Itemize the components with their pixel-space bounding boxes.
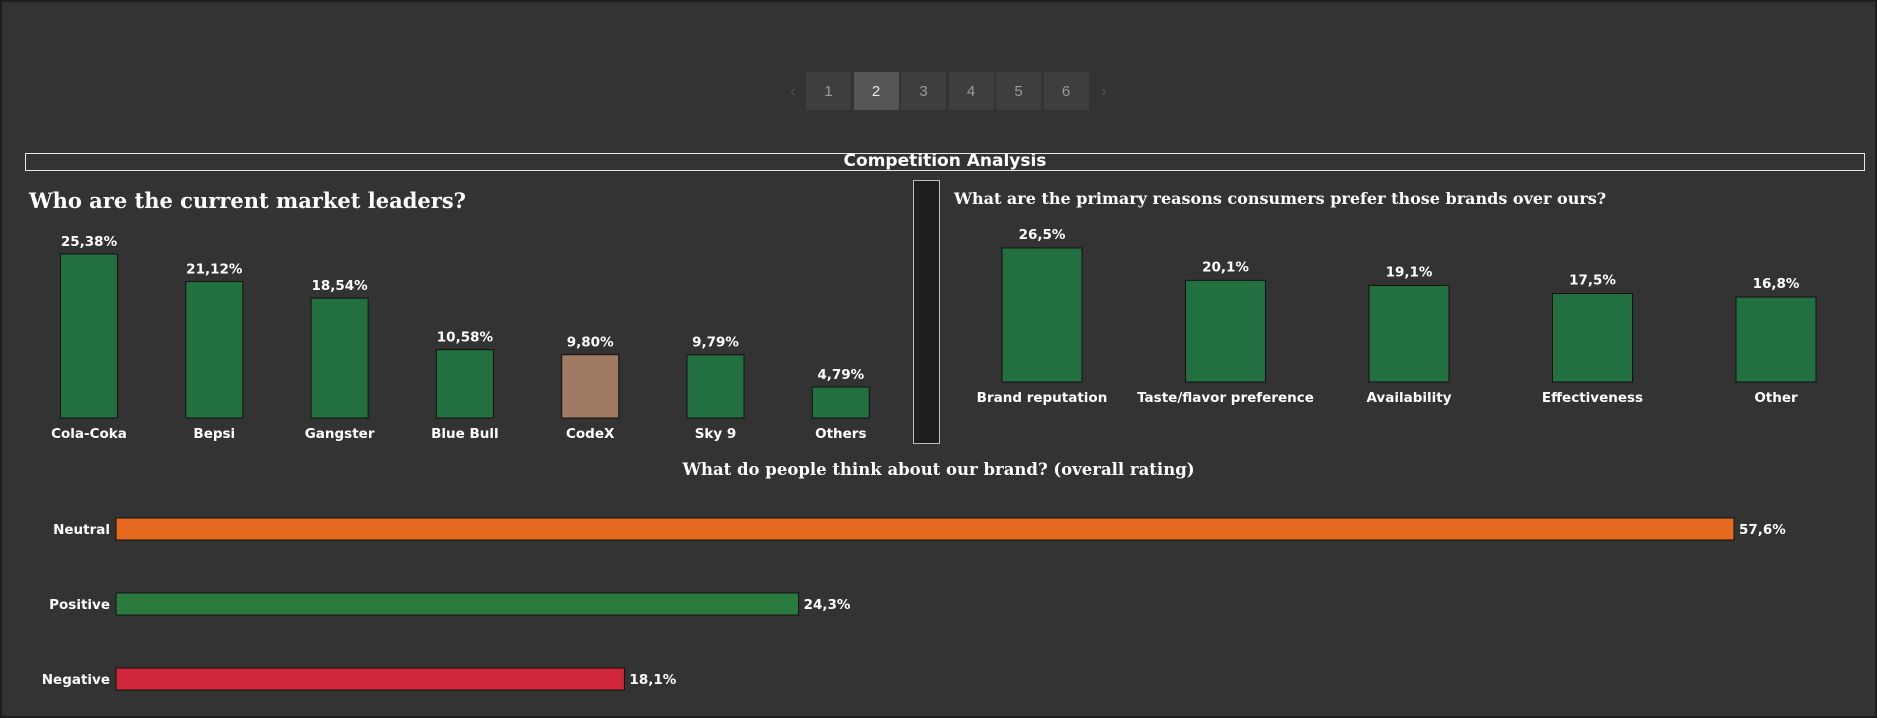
bar-label-effectiveness: Effectiveness <box>1542 390 1643 406</box>
bar-blue-bull <box>435 349 494 419</box>
bar-neutral <box>115 517 1735 541</box>
bar-taste-flavor-preference <box>1185 279 1266 383</box>
section-divider <box>913 180 940 444</box>
bar-value-neutral: 57,6% <box>1739 522 1786 538</box>
bar-value-gangster: 18,54% <box>311 278 368 294</box>
bar-label-sky-9: Sky 9 <box>695 426 737 442</box>
bar-bepsi <box>185 281 244 419</box>
bar-label-blue-bull: Blue Bull <box>431 426 499 442</box>
bar-value-bepsi: 21,12% <box>186 262 243 278</box>
bar-negative <box>115 667 625 691</box>
bar-label-positive: Positive <box>49 597 110 613</box>
bar-positive <box>115 592 800 616</box>
dashboard-frame: ‹ 1 2 3 4 5 6 › Competition Analysis Who… <box>2 2 1875 716</box>
bar-label-others: Others <box>815 426 866 442</box>
rating-chart: Neutral 57,6% Positive 24,3% Negative 18,1% <box>42 517 1786 691</box>
bar-label-other: Other <box>1754 390 1798 406</box>
bar-effectiveness <box>1552 293 1633 383</box>
rating-title: What do people think about our brand? (o… <box>682 460 1195 479</box>
bar-value-negative: 18,1% <box>629 672 676 688</box>
bar-value-availability: 19,1% <box>1386 264 1433 280</box>
bar-value-blue-bull: 10,58% <box>437 330 494 346</box>
bar-label-taste-flavor-preference: Taste/flavor preference <box>1137 390 1314 406</box>
bar-codex <box>561 354 620 419</box>
bar-label-brand-reputation: Brand reputation <box>977 390 1108 406</box>
bar-availability <box>1368 284 1450 383</box>
bar-cola-coka <box>60 253 118 419</box>
bar-label-availability: Availability <box>1366 390 1451 406</box>
bar-label-gangster: Gangster <box>305 426 375 442</box>
bar-value-others: 4,79% <box>817 367 864 383</box>
market-leaders-chart: 25,38% Cola-Coka 21,12% Bepsi 18,54% Gangster… <box>51 234 870 442</box>
bar-label-cola-coka: Cola-Coka <box>51 426 127 442</box>
bar-value-sky-9: 9,79% <box>692 335 739 351</box>
bar-other <box>1735 296 1817 383</box>
bar-sky-9 <box>686 354 745 419</box>
bar-others <box>811 386 870 419</box>
bar-label-negative: Negative <box>42 672 110 688</box>
bar-label-codex: CodeX <box>566 426 615 442</box>
bar-brand-reputation <box>1001 247 1083 383</box>
bar-value-positive: 24,3% <box>804 597 851 613</box>
reasons-chart: 26,5% Brand reputation 20,1% Taste/flavor p… <box>977 227 1817 406</box>
bar-value-other: 16,8% <box>1753 276 1800 292</box>
bar-gangster <box>310 297 369 419</box>
bar-value-codex: 9,80% <box>567 335 614 351</box>
bar-value-effectiveness: 17,5% <box>1569 273 1616 289</box>
bar-value-brand-reputation: 26,5% <box>1019 227 1066 243</box>
bar-label-bepsi: Bepsi <box>193 426 235 442</box>
bar-value-cola-coka: 25,38% <box>61 234 118 250</box>
bar-label-neutral: Neutral <box>53 522 110 538</box>
bar-value-taste-flavor-preference: 20,1% <box>1202 259 1249 275</box>
